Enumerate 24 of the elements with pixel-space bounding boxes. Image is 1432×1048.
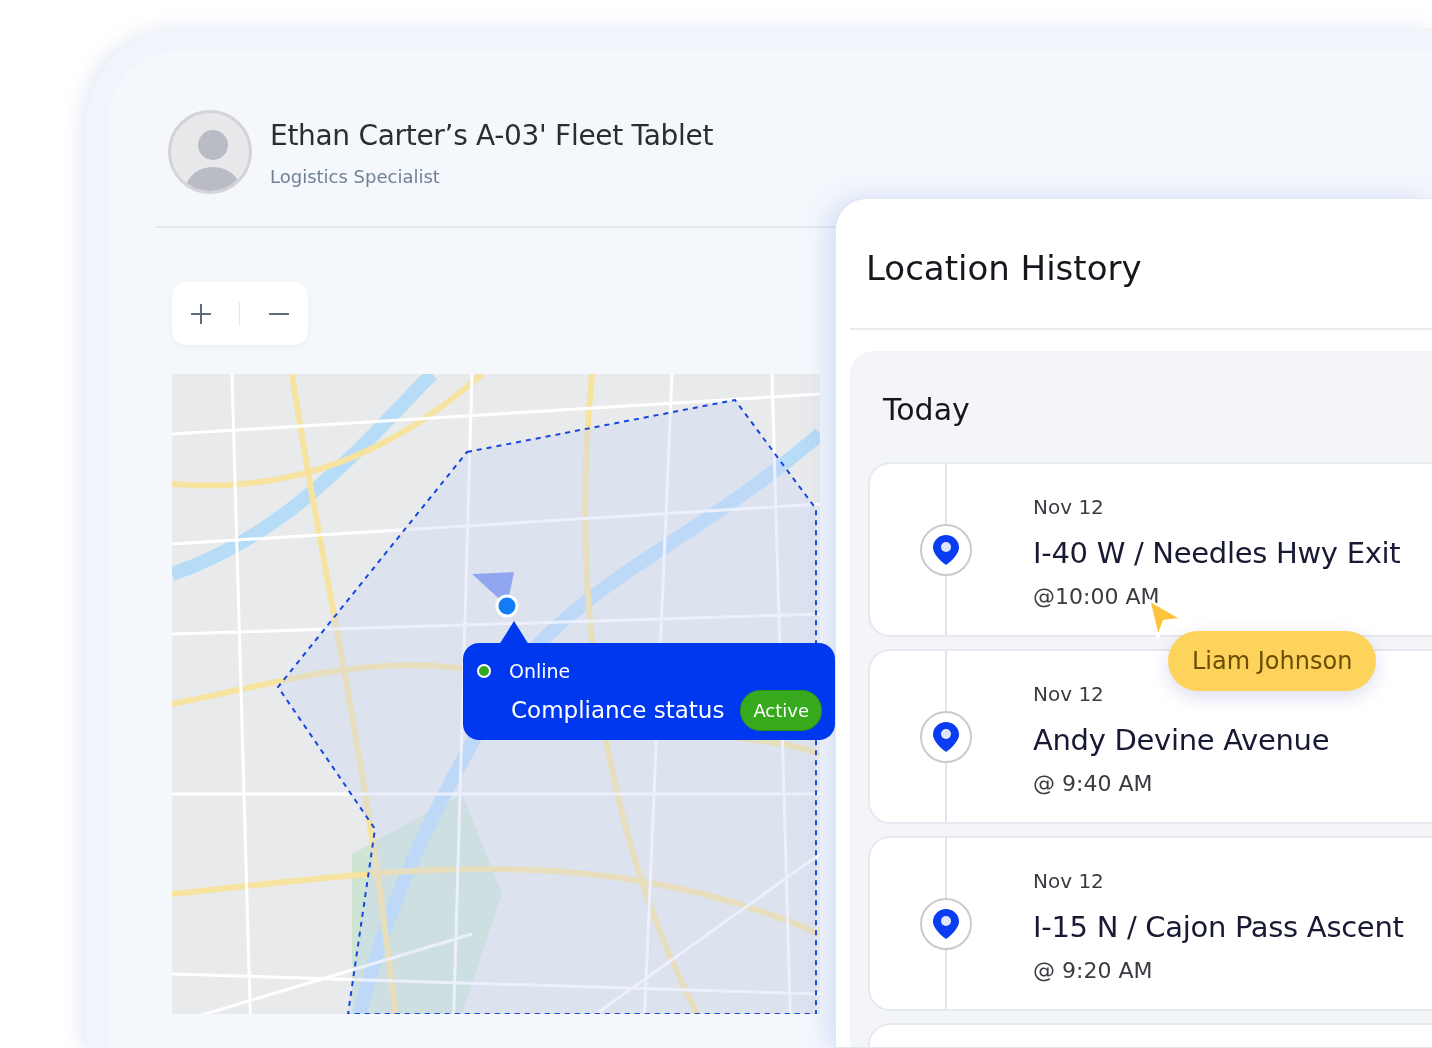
panel-title: Location History [850,199,1432,330]
compliance-badge: Active [740,689,823,731]
device-title: Ethan Carter’s A-03' Fleet Tablet [270,117,714,154]
entry-location: I-40 W / Needles Hwy Exit [1033,535,1401,572]
vehicle-marker[interactable] [472,572,519,618]
entry-time: @ 9:20 AM [1033,956,1154,985]
entry-location: I-15 N / Cajon Pass Ascent [1033,909,1404,946]
entry-time: @ 9:40 AM [1033,769,1154,798]
entry-date: Nov 12 [1033,681,1105,708]
entry-time: @10:00 AM [1033,582,1161,611]
entry-date: Nov 12 [1033,494,1105,521]
history-entry-card[interactable]: Nov 12 I-40 W / Needles Hwy Exit @10:00 AM [868,462,1432,637]
section-title: Today [883,391,971,429]
location-pin-icon [932,720,960,753]
location-pin-icon [932,533,960,566]
location-pin-icon [932,907,960,940]
entry-location: Andy Devine Avenue [1033,722,1330,759]
user-name-tag: Liam Johnson [1168,631,1377,691]
history-entry-card[interactable]: Nov 12 I-15 N / Cajon Pass Ascent @ 9:20 AM [868,836,1432,1011]
status-text: Online [509,659,571,684]
device-subtitle: Logistics Specialist [270,164,441,189]
online-status-dot [477,664,491,679]
compliance-label: Compliance status [511,695,725,725]
entry-date: Nov 12 [1033,868,1105,895]
